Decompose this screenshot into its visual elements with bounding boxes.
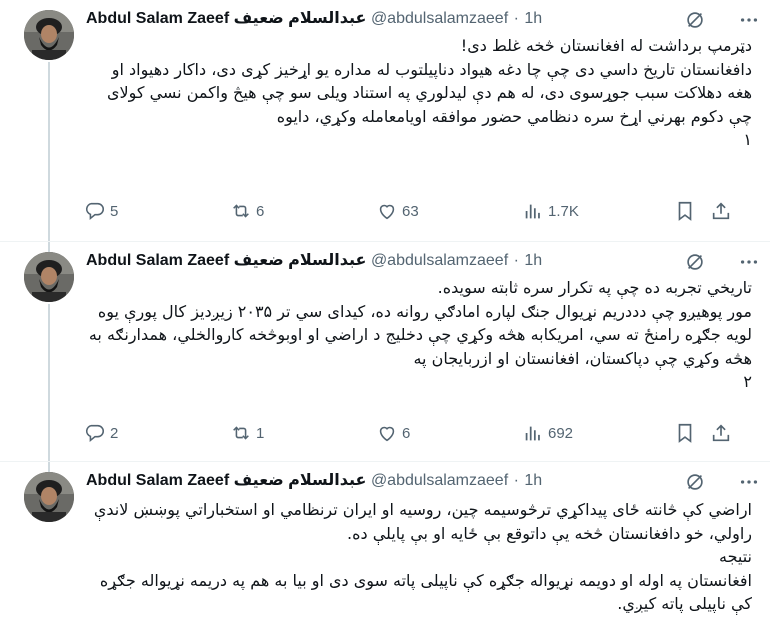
reply-count: 5 (110, 202, 119, 220)
tweet[interactable]: Abdul Salam Zaeef عبدالسلام ضعيف @abduls… (0, 462, 770, 622)
author-name-native[interactable]: عبدالسلام ضعيف (234, 472, 367, 489)
share-icon (712, 424, 730, 442)
repost-button[interactable]: 6 (230, 196, 264, 226)
reply-icon (85, 202, 104, 220)
share-button[interactable] (710, 418, 736, 448)
tweet-line: ۲ (743, 372, 752, 391)
tweet-text: دټرمپ برداشت له افغانستان څخه غلط دی! دا… (86, 34, 752, 152)
tweet-line: دټرمپ برداشت له افغانستان څخه غلط دی! (460, 36, 752, 55)
heart-icon (379, 426, 395, 442)
share-icon (712, 202, 730, 220)
more-icon[interactable] (738, 9, 760, 31)
timestamp[interactable]: 1h (524, 10, 542, 27)
action-bar: 2 1 6 692 (78, 418, 746, 448)
tweet-header: Abdul Salam Zaeef عبدالسلام ضعيف @abduls… (86, 251, 770, 273)
tweet-line: اراضي کې څانته ځای پیداکړي ترڅوسیمه چین،… (93, 500, 752, 543)
tweet-line: ١ (743, 130, 752, 149)
repost-button[interactable]: 1 (230, 418, 264, 448)
views-icon (525, 204, 540, 219)
action-bar: 5 6 63 1.7K (78, 196, 746, 226)
author-handle[interactable]: @abdulsalamzaeef (371, 252, 508, 269)
views-count: 692 (548, 424, 574, 442)
avatar[interactable] (24, 10, 74, 60)
reply-button[interactable]: 5 (84, 196, 118, 226)
reply-icon (85, 424, 104, 442)
tweet-line: دافغانستان تاریخ داسي دی چې چا دغه هیواد… (106, 59, 752, 126)
tweet[interactable]: Abdul Salam Zaeef عبدالسلام ضعيف @abduls… (0, 0, 770, 242)
more-icon[interactable] (738, 471, 760, 493)
more-icon[interactable] (738, 251, 760, 273)
repost-icon (233, 204, 249, 218)
tweet-line: افغانستان په اوله او دویمه نړیواله جګړه … (99, 570, 752, 614)
repost-count: 1 (256, 424, 265, 442)
author-name-native[interactable]: عبدالسلام ضعيف (234, 10, 367, 27)
views-icon (525, 426, 540, 441)
like-button[interactable]: 63 (376, 196, 419, 226)
reply-button[interactable]: 2 (84, 418, 118, 448)
tweet-text: تاریخي تجربه ده چې په تکرار سره ثابته سو… (86, 276, 752, 394)
tweet[interactable]: Abdul Salam Zaeef عبدالسلام ضعيف @abduls… (0, 242, 770, 462)
separator: · (513, 10, 519, 27)
bookmark-button[interactable] (674, 196, 700, 226)
tweet-header: Abdul Salam Zaeef عبدالسلام ضعيف @abduls… (86, 471, 770, 493)
tweet-line: مور پوهیږو چې دددریم نړیوال جنګ لپاره ام… (88, 301, 752, 368)
author-handle[interactable]: @abdulsalamzaeef (371, 10, 508, 27)
bookmark-button[interactable] (674, 418, 700, 448)
author-name-native[interactable]: عبدالسلام ضعيف (234, 252, 367, 269)
separator: · (513, 252, 519, 269)
tweet-line: نتیجه (718, 547, 752, 566)
tweet-text: اراضي کې څانته ځای پیداکړي ترڅوسیمه چین،… (86, 498, 752, 616)
share-button[interactable] (710, 196, 736, 226)
reply-count: 2 (110, 424, 119, 442)
like-button[interactable]: 6 (376, 418, 410, 448)
bookmark-icon (678, 423, 692, 443)
tweet-line: تاریخي تجربه ده چې په تکرار سره ثابته سو… (437, 278, 752, 297)
timestamp[interactable]: 1h (524, 252, 542, 269)
heart-icon (379, 204, 395, 220)
views-button[interactable]: 692 (522, 418, 573, 448)
grok-icon[interactable] (684, 471, 706, 493)
avatar[interactable] (24, 472, 74, 522)
like-count: 63 (402, 202, 419, 220)
grok-icon[interactable] (684, 9, 706, 31)
author-name[interactable]: Abdul Salam Zaeef (86, 10, 229, 27)
author-name[interactable]: Abdul Salam Zaeef (86, 252, 229, 269)
author-handle[interactable]: @abdulsalamzaeef (371, 472, 508, 489)
separator: · (513, 472, 519, 489)
tweet-header: Abdul Salam Zaeef عبدالسلام ضعيف @abduls… (86, 9, 770, 31)
like-count: 6 (402, 424, 411, 442)
repost-icon (233, 426, 249, 440)
views-count: 1.7K (548, 202, 579, 220)
views-button[interactable]: 1.7K (522, 196, 579, 226)
author-name[interactable]: Abdul Salam Zaeef (86, 472, 229, 489)
avatar[interactable] (24, 252, 74, 302)
bookmark-icon (678, 201, 692, 221)
grok-icon[interactable] (684, 251, 706, 273)
timestamp[interactable]: 1h (524, 472, 542, 489)
repost-count: 6 (256, 202, 265, 220)
